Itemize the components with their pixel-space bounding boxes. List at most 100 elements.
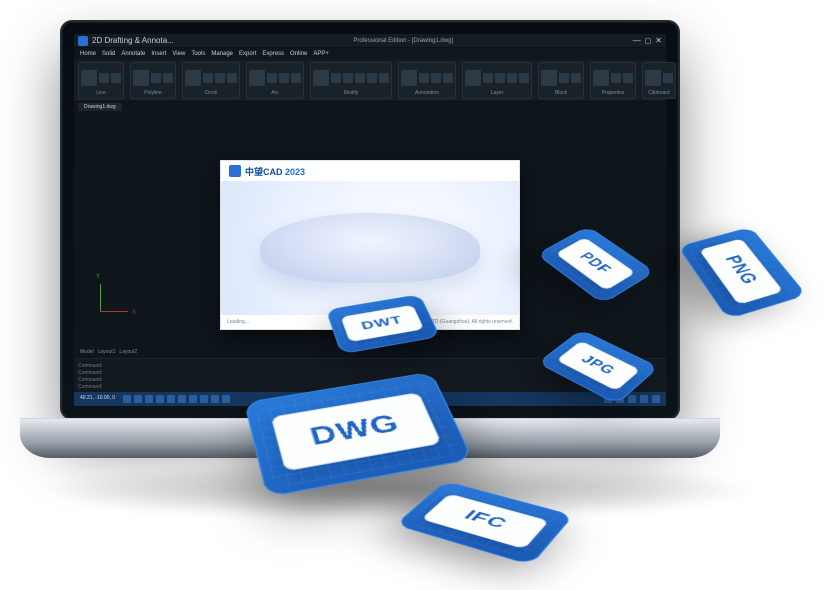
status-tool-icon[interactable] [652,395,660,403]
ribbon-group-label: Polyline [133,90,173,96]
menu-app+[interactable]: APP+ [313,51,329,57]
ribbon-group-label: Block [541,90,581,96]
ribbon-tool-icon[interactable] [163,73,173,83]
status-toggle-icon[interactable] [123,395,131,403]
product-year: 2023 [285,167,305,177]
ribbon-group-circle: Circle [182,62,240,99]
ribbon-group-annotation: Annotation [398,62,456,99]
ribbon-tool-icon[interactable] [541,70,557,86]
splash-art [221,181,519,315]
ribbon-group-properties: Properties [590,62,636,99]
layout-tab-layout2[interactable]: Layout2 [119,349,137,355]
ribbon-group-layer: Layer [462,62,532,99]
axis-y-icon [100,284,101,312]
status-tool-icon[interactable] [640,395,648,403]
close-icon[interactable]: ✕ [655,36,662,45]
status-toggle-icon[interactable] [189,395,197,403]
status-toggle-icon[interactable] [200,395,208,403]
layout-tab-layout1[interactable]: Layout1 [98,349,116,355]
status-toggle-icon[interactable] [178,395,186,403]
menu-express[interactable]: Express [262,51,284,57]
ribbon-tool-icon[interactable] [133,70,149,86]
status-toggle-icon[interactable] [167,395,175,403]
splash-header: 中望CAD 2023 [221,161,519,181]
ribbon-tool-icon[interactable] [401,70,417,86]
ribbon-tool-icon[interactable] [215,73,225,83]
minimize-icon[interactable]: — [633,36,641,45]
status-left: 40.21, -10.00, 0 [80,395,230,403]
ribbon-tool-icon[interactable] [623,73,633,83]
ribbon-group-arc: Arc [246,62,304,99]
menu-export[interactable]: Export [239,51,256,57]
ribbon-tool-icon[interactable] [81,70,97,86]
ribbon-tool-icon[interactable] [519,73,529,83]
menu-view[interactable]: View [172,51,185,57]
maximize-icon[interactable]: ▢ [645,37,652,45]
ribbon-group-label: Annotation [401,90,453,96]
ribbon-tool-icon[interactable] [419,73,429,83]
ribbon-tool-icon[interactable] [279,73,289,83]
ribbon-tool-icon[interactable] [203,73,213,83]
ribbon-tool-icon[interactable] [313,70,329,86]
status-toggle-icon[interactable] [156,395,164,403]
menu-tools[interactable]: Tools [191,51,205,57]
status-toggle-icon[interactable] [222,395,230,403]
ribbon-group-label: Arc [249,90,301,96]
ribbon-tool-icon[interactable] [495,73,505,83]
ribbon: LinePolylineCircleArcModifyAnnotationLay… [74,60,666,102]
ribbon-group-label: Line [81,90,121,96]
status-toggle-icon[interactable] [134,395,142,403]
file-ext-label: DWT [340,304,424,342]
ribbon-tool-icon[interactable] [443,73,453,83]
menu-solid[interactable]: Solid [102,51,115,57]
workspace-tab[interactable]: 2D Drafting & Annota... [92,36,174,45]
ribbon-tool-icon[interactable] [593,70,609,86]
ribbon-tool-icon[interactable] [249,70,265,86]
status-toggle-icon[interactable] [211,395,219,403]
ribbon-tool-icon[interactable] [559,73,569,83]
document-tab[interactable]: Drawing1.dwg [78,103,122,111]
app-logo-icon [78,36,88,46]
ribbon-tool-icon[interactable] [367,73,377,83]
status-toggles [123,395,230,403]
ribbon-tool-icon[interactable] [227,73,237,83]
status-toggle-icon[interactable] [145,395,153,403]
ribbon-tool-icon[interactable] [355,73,365,83]
ribbon-tool-icon[interactable] [379,73,389,83]
window-title: Professional Edition - [Drawing1.dwg] [178,38,629,44]
ribbon-tool-icon[interactable] [331,73,341,83]
ribbon-tool-icon[interactable] [291,73,301,83]
ribbon-tool-icon[interactable] [267,73,277,83]
file-tile-png: PNG [677,227,807,320]
ribbon-tool-icon[interactable] [151,73,161,83]
ribbon-tool-icon[interactable] [465,70,481,86]
ribbon-tool-icon[interactable] [343,73,353,83]
layout-tab-model[interactable]: Model [80,349,94,355]
ribbon-tool-icon[interactable] [483,73,493,83]
titlebar: 2D Drafting & Annota... Professional Edi… [74,34,666,48]
menu-home[interactable]: Home [80,51,96,57]
product-text: CAD [263,167,283,177]
ribbon-group-label: Layer [465,90,529,96]
ribbon-group-line: Line [78,62,124,99]
ribbon-tool-icon[interactable] [99,73,109,83]
menu-online[interactable]: Online [290,51,307,57]
axis-y-label: Y [96,274,100,280]
loading-text: Loading... [227,319,249,325]
file-ext-label: DWG [271,392,441,472]
ribbon-tool-icon[interactable] [507,73,517,83]
menu-annotate[interactable]: Annotate [121,51,145,57]
menu-manage[interactable]: Manage [211,51,233,57]
brand-text: 中望 [245,167,263,177]
ribbon-tool-icon[interactable] [111,73,121,83]
ribbon-tool-icon[interactable] [185,70,201,86]
file-ext-label: PNG [699,238,784,305]
ribbon-tool-icon[interactable] [663,73,673,83]
ribbon-tool-icon[interactable] [571,73,581,83]
ribbon-tool-icon[interactable] [431,73,441,83]
menu-insert[interactable]: Insert [151,51,166,57]
ribbon-group-block: Block [538,62,584,99]
ribbon-tool-icon[interactable] [645,70,661,86]
status-tool-icon[interactable] [628,395,636,403]
ribbon-tool-icon[interactable] [611,73,621,83]
